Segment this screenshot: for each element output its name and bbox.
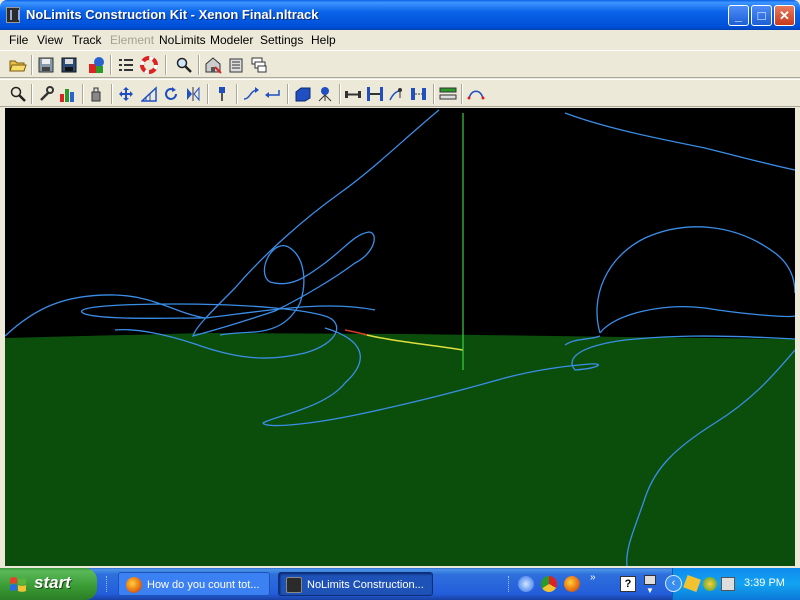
task-button-label: NoLimits Construction... [307,579,424,591]
menu-bar: File View Track Element NoLimits Modeler… [0,30,800,50]
window-title: NoLimits Construction Kit - Xenon Final.… [26,7,319,22]
return-arrow-icon[interactable] [263,84,283,104]
wrench-icon[interactable] [36,84,56,104]
toolbar-separator [461,84,463,104]
title-bar[interactable]: NoLimits Construction Kit - Xenon Final.… [0,0,800,30]
task-button-browser[interactable]: How do you count tot... [118,572,270,596]
ground-plane [5,333,795,566]
close-button[interactable]: ✕ [774,5,795,26]
save-as-icon[interactable] [59,55,79,75]
menu-file[interactable]: File [9,33,28,47]
shapes-icon[interactable] [86,55,106,75]
chevron-right-icon[interactable]: » [590,572,596,583]
menu-view[interactable]: View [37,33,63,47]
firefox-icon[interactable] [564,576,580,592]
dumbbell-icon[interactable] [343,84,363,104]
tray-app-icon[interactable] [721,577,735,591]
main-toolbar [0,50,800,78]
taskbar-grip [106,576,109,592]
save-icon[interactable] [36,55,56,75]
layers-icon[interactable] [249,55,269,75]
nolimits-icon [286,577,302,593]
help-icon[interactable]: ? [620,576,636,592]
house-icon[interactable] [203,55,223,75]
block-icon[interactable] [293,84,313,104]
task-button-label: How do you count tot... [147,579,260,591]
flip-icon[interactable] [183,84,203,104]
menu-element[interactable]: Element [110,33,154,47]
chrome-icon[interactable] [541,576,557,592]
toolbar-separator [207,84,209,104]
open-folder-icon[interactable] [8,55,28,75]
stack-icon[interactable] [226,55,246,75]
menu-track[interactable]: Track [72,33,102,47]
toolbar-separator [111,84,113,104]
toolbar-separator [82,84,84,104]
minimize-button[interactable]: _ [728,5,749,26]
torch-icon[interactable] [212,84,232,104]
clock: 3:39 PM [744,577,785,589]
start-button[interactable]: start [0,568,97,600]
maximize-button[interactable]: □ [751,5,772,26]
toolbar-separator [287,84,289,104]
toolbar-separator [110,55,112,75]
zoom-icon[interactable] [174,55,194,75]
element-list-icon[interactable] [116,55,136,75]
magnify-icon[interactable] [8,84,28,104]
chevron-down-icon[interactable]: ▼ [646,586,654,595]
monitor-icon[interactable] [644,575,656,585]
curve-arrow-icon[interactable] [241,84,261,104]
tree-icon[interactable] [315,84,335,104]
task-button-nolimits[interactable]: NoLimits Construction... [278,572,433,596]
security-shield-icon[interactable] [683,574,701,593]
windows-logo-icon [10,577,26,592]
toolbar-separator [236,84,238,104]
app-window: NoLimits Construction Kit - Xenon Final.… [0,0,800,568]
edit-toolbar [0,79,800,107]
grid-icon[interactable] [438,84,458,104]
bar-chart-icon[interactable] [58,84,78,104]
menu-modeler[interactable]: Modeler [210,33,253,47]
3d-viewport[interactable] [5,108,795,566]
toolbar-separator [31,84,33,104]
person-icon[interactable] [387,84,407,104]
lifebuoy-icon[interactable] [139,55,159,75]
rotate-icon[interactable] [161,84,181,104]
taskbar: start How do you count tot... NoLimits C… [0,568,800,600]
menu-help[interactable]: Help [311,33,336,47]
arc-icon[interactable] [466,84,486,104]
firefox-icon [126,577,142,593]
toolbar-separator [165,55,167,75]
menu-nolimits[interactable]: NoLimits [159,33,206,47]
network-icon[interactable] [703,577,717,591]
paint-icon[interactable] [87,84,107,104]
split-icon[interactable] [409,84,429,104]
start-label: start [34,573,71,592]
app-icon[interactable] [6,7,20,23]
tray-expand-icon[interactable]: ‹ [665,575,682,592]
menu-settings[interactable]: Settings [260,33,303,47]
toolbar-separator [339,84,341,104]
toolbar-separator [198,55,200,75]
ramp-icon[interactable] [139,84,159,104]
internet-explorer-icon[interactable] [518,576,534,592]
move-icon[interactable] [116,84,136,104]
toolbar-separator [31,55,33,75]
taskbar-grip [508,576,511,592]
toolbar-separator [433,84,435,104]
support-icon[interactable] [365,84,385,104]
